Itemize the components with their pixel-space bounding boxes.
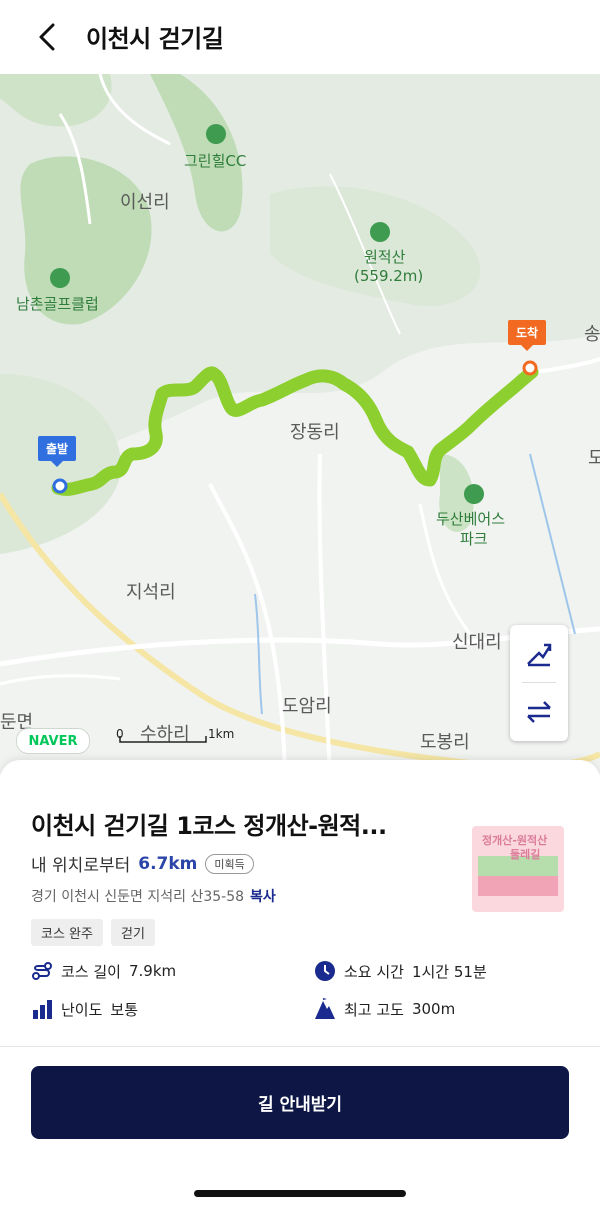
tag-course-complete: 코스 완주 bbox=[31, 919, 103, 946]
place-wonjeoksan-height: (559.2m) bbox=[354, 267, 424, 285]
place-dobongri: 도봉리 bbox=[420, 732, 470, 753]
mountain-icon bbox=[314, 998, 336, 1020]
place-wonjeoksan[interactable]: 원적산 bbox=[364, 246, 405, 267]
app-header: 이천시 걷기길 bbox=[0, 0, 600, 74]
place-doosan-park: 파크 bbox=[460, 530, 488, 548]
address-row: 경기 이천시 신둔면 지석리 산35-58 복사 bbox=[31, 886, 276, 906]
back-button[interactable] bbox=[30, 20, 64, 54]
course-length: 코스 길이 7.9km bbox=[31, 960, 176, 982]
thumbnail-line-2: 둘레길 bbox=[510, 848, 541, 861]
distance-row: 내 위치로부터 6.7km 미획득 bbox=[31, 851, 254, 876]
end-marker-label[interactable]: 도착 bbox=[508, 320, 547, 351]
clock-icon bbox=[314, 960, 336, 982]
course-length-label: 코스 길이 bbox=[61, 962, 121, 981]
home-indicator[interactable] bbox=[194, 1190, 406, 1197]
place-edge-song: 송 bbox=[584, 324, 600, 345]
chevron-left-icon bbox=[39, 23, 55, 51]
duration-label: 소요 시간 bbox=[344, 962, 404, 981]
difficulty-label: 난이도 bbox=[61, 1000, 103, 1019]
duration-value: 1시간 51분 bbox=[411, 962, 487, 981]
copy-address-button[interactable]: 복사 bbox=[250, 889, 276, 905]
max-altitude-label: 최고 고도 bbox=[344, 1000, 404, 1019]
place-doosan-bears[interactable]: 두산베어스 bbox=[436, 508, 505, 529]
course-title: 이천시 걷기길 1코스 정개산-원적... bbox=[31, 812, 387, 840]
max-altitude-value: 300m bbox=[411, 1000, 456, 1018]
map-controls bbox=[510, 625, 568, 741]
course-length-value: 7.9km bbox=[128, 962, 177, 980]
place-doamri: 도암리 bbox=[282, 696, 332, 717]
elevation-icon bbox=[527, 643, 552, 666]
difficulty-value: 보통 bbox=[110, 1000, 139, 1019]
place-greenhill[interactable]: 그린힐CC bbox=[184, 150, 246, 171]
place-edge-do: 도 bbox=[588, 448, 600, 469]
distance-label: 내 위치로부터 bbox=[31, 856, 131, 876]
elevation-button[interactable] bbox=[510, 625, 568, 682]
difficulty: 난이도 보통 bbox=[31, 998, 138, 1020]
course-detail-sheet: 이천시 걷기길 1코스 정개산-원적... 내 위치로부터 6.7km 미획득 … bbox=[0, 760, 600, 1210]
scale-unit: 1km bbox=[208, 727, 235, 741]
course-tags: 코스 완주 걷기 bbox=[31, 919, 155, 946]
address-text: 경기 이천시 신둔면 지석리 산35-58 bbox=[31, 889, 245, 905]
place-jiseokri: 지석리 bbox=[126, 582, 176, 603]
naver-logo: NAVER bbox=[16, 728, 90, 754]
bar-chart-icon bbox=[31, 998, 53, 1020]
start-marker-label[interactable]: 출발 bbox=[38, 436, 77, 467]
swap-arrows-icon bbox=[527, 700, 551, 723]
duration: 소요 시간 1시간 51분 bbox=[314, 960, 487, 982]
start-navigation-button[interactable]: 길 안내받기 bbox=[31, 1066, 569, 1139]
page-title: 이천시 걷기길 bbox=[86, 25, 224, 53]
place-suhari: 수하리 bbox=[140, 724, 190, 745]
place-jangdongri: 장동리 bbox=[290, 422, 340, 443]
route-icon bbox=[31, 960, 53, 982]
status-badge: 미획득 bbox=[205, 853, 254, 874]
section-divider bbox=[0, 1046, 600, 1047]
max-altitude: 최고 고도 300m bbox=[314, 998, 455, 1020]
course-thumbnail[interactable]: 정개산-원적산 둘레길 bbox=[472, 826, 564, 912]
distance-value: 6.7km bbox=[138, 853, 198, 874]
scale-zero: 0 bbox=[116, 727, 124, 741]
place-namchon-golf[interactable]: 남촌골프클럽 bbox=[16, 293, 99, 314]
place-sindaeri: 신대리 bbox=[452, 632, 502, 653]
swap-direction-button[interactable] bbox=[510, 683, 568, 740]
tag-walking: 걷기 bbox=[110, 919, 155, 946]
place-iseonri: 이선리 bbox=[120, 192, 170, 213]
